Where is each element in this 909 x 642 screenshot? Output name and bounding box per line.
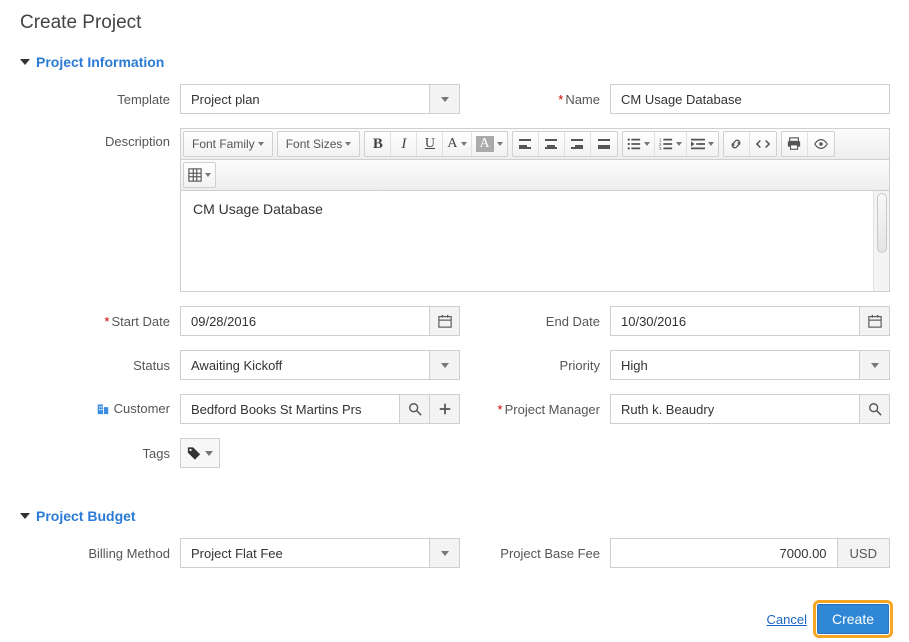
create-button[interactable]: Create bbox=[817, 604, 889, 634]
align-justify-button[interactable] bbox=[591, 132, 617, 156]
search-icon bbox=[868, 402, 882, 416]
indent-icon bbox=[691, 137, 705, 151]
label-name: *Name bbox=[460, 92, 610, 107]
project-manager-input[interactable] bbox=[610, 394, 860, 424]
editor-toolbar-row-1: Font Family Font Sizes B I U A A bbox=[181, 129, 889, 160]
description-editor: Font Family Font Sizes B I U A A bbox=[180, 128, 890, 292]
code-icon bbox=[756, 137, 770, 151]
page-title: Create Project bbox=[20, 12, 889, 34]
editor-scrollbar[interactable] bbox=[873, 191, 889, 291]
status-value[interactable] bbox=[180, 350, 430, 380]
tag-icon bbox=[187, 446, 201, 461]
footer-actions: Cancel Create bbox=[20, 604, 889, 634]
align-center-button[interactable] bbox=[539, 132, 565, 156]
priority-select[interactable] bbox=[610, 350, 890, 380]
name-input[interactable] bbox=[610, 84, 890, 114]
end-date-input[interactable] bbox=[610, 306, 860, 336]
chevron-down-icon[interactable] bbox=[430, 84, 460, 114]
eye-icon bbox=[814, 137, 828, 151]
priority-value[interactable] bbox=[610, 350, 860, 380]
underline-button[interactable]: U bbox=[417, 132, 443, 156]
font-family-dropdown[interactable]: Font Family bbox=[184, 132, 272, 156]
table-button[interactable] bbox=[184, 163, 215, 187]
template-value[interactable] bbox=[180, 84, 430, 114]
chevron-down-icon[interactable] bbox=[430, 350, 460, 380]
project-base-fee-input[interactable] bbox=[610, 538, 838, 568]
bullet-list-button[interactable] bbox=[623, 132, 655, 156]
bold-button[interactable]: B bbox=[365, 132, 391, 156]
label-description: Description bbox=[20, 128, 180, 149]
label-tags: Tags bbox=[20, 446, 180, 461]
chevron-down-icon bbox=[20, 59, 30, 65]
template-select[interactable] bbox=[180, 84, 460, 114]
label-template: Template bbox=[20, 92, 180, 107]
label-billing-method: Billing Method bbox=[20, 546, 180, 561]
billing-method-value[interactable] bbox=[180, 538, 430, 568]
currency-label: USD bbox=[838, 538, 890, 568]
section-header-project-budget[interactable]: Project Budget bbox=[20, 508, 889, 524]
section-title-project-budget: Project Budget bbox=[36, 508, 136, 524]
tags-button[interactable] bbox=[180, 438, 220, 468]
calendar-icon bbox=[438, 314, 452, 328]
svg-text:3: 3 bbox=[659, 146, 662, 151]
link-icon bbox=[729, 137, 743, 151]
start-date-input[interactable] bbox=[180, 306, 430, 336]
source-code-button[interactable] bbox=[750, 132, 776, 156]
status-select[interactable] bbox=[180, 350, 460, 380]
start-date-picker-button[interactable] bbox=[430, 306, 460, 336]
print-icon bbox=[787, 137, 801, 151]
end-date-picker-button[interactable] bbox=[860, 306, 890, 336]
print-button[interactable] bbox=[782, 132, 808, 156]
label-start-date: *Start Date bbox=[20, 314, 180, 329]
section-header-project-info[interactable]: Project Information bbox=[20, 54, 889, 70]
label-end-date: End Date bbox=[460, 314, 610, 329]
label-priority: Priority bbox=[460, 358, 610, 373]
font-sizes-dropdown[interactable]: Font Sizes bbox=[278, 132, 360, 156]
label-status: Status bbox=[20, 358, 180, 373]
text-color-button[interactable]: A bbox=[443, 132, 471, 156]
customer-input[interactable] bbox=[180, 394, 400, 424]
align-left-button[interactable] bbox=[513, 132, 539, 156]
building-icon bbox=[96, 401, 110, 418]
section-title-project-info: Project Information bbox=[36, 54, 164, 70]
preview-button[interactable] bbox=[808, 132, 834, 156]
project-manager-search-button[interactable] bbox=[860, 394, 890, 424]
indent-button[interactable] bbox=[687, 132, 718, 156]
plus-icon bbox=[438, 402, 452, 416]
chevron-down-icon[interactable] bbox=[860, 350, 890, 380]
bullet-list-icon bbox=[627, 137, 641, 151]
numbered-list-icon: 123 bbox=[659, 137, 673, 151]
label-project-manager: *Project Manager bbox=[460, 402, 610, 417]
numbered-list-button[interactable]: 123 bbox=[655, 132, 687, 156]
link-button[interactable] bbox=[724, 132, 750, 156]
table-icon bbox=[188, 168, 202, 182]
chevron-down-icon bbox=[20, 513, 30, 519]
customer-add-button[interactable] bbox=[430, 394, 460, 424]
description-input[interactable]: CM Usage Database bbox=[181, 191, 889, 291]
billing-method-select[interactable] bbox=[180, 538, 460, 568]
calendar-icon bbox=[868, 314, 882, 328]
align-right-button[interactable] bbox=[565, 132, 591, 156]
cancel-link[interactable]: Cancel bbox=[767, 612, 807, 627]
editor-toolbar-row-2 bbox=[181, 160, 889, 191]
label-customer: Customer bbox=[20, 401, 180, 418]
label-project-base-fee: Project Base Fee bbox=[460, 546, 610, 561]
highlight-button[interactable]: A bbox=[472, 132, 507, 156]
italic-button[interactable]: I bbox=[391, 132, 417, 156]
search-icon bbox=[408, 402, 422, 416]
chevron-down-icon[interactable] bbox=[430, 538, 460, 568]
customer-search-button[interactable] bbox=[400, 394, 430, 424]
